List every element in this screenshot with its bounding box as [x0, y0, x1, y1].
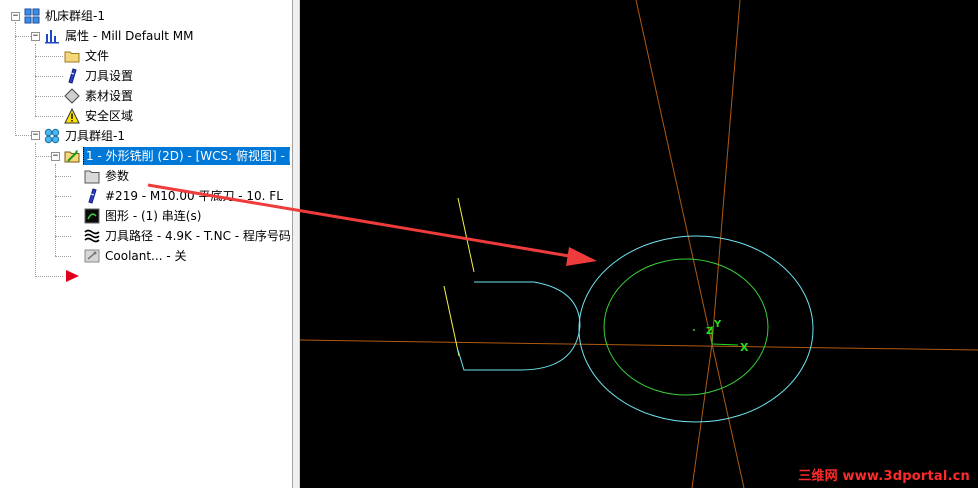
warning-icon [64, 108, 80, 124]
tree-line [55, 196, 71, 197]
tree-item-operation[interactable]: 1 - 外形铣削 (2D) - [WCS: 俯视图] - [ [64, 147, 290, 165]
panel-splitter[interactable] [292, 0, 300, 488]
tree-item-tool-settings[interactable]: 刀具设置 [64, 67, 135, 85]
insert-arrow-icon [64, 268, 80, 284]
tree-line [55, 256, 71, 257]
construction-line [711, 0, 741, 345]
z-axis-label: Z [706, 326, 713, 337]
tree-item-safety-zone[interactable]: 安全区域 [64, 107, 135, 125]
viewport-canvas: X Y Z [300, 0, 978, 488]
contour-profile [457, 281, 581, 371]
horizontal-construction-line [300, 339, 978, 351]
properties-icon [44, 28, 60, 44]
tree-line [15, 36, 31, 37]
tool-settings-icon [64, 68, 80, 84]
geometry-icon [84, 208, 100, 224]
tree-item-toolpath-group[interactable]: 刀具群组-1 [44, 127, 127, 145]
tree-item-properties[interactable]: 属性 - Mill Default MM [44, 27, 196, 45]
tree-line [35, 56, 63, 57]
x-axis-label: X [740, 341, 749, 354]
toolpath-group-icon [44, 128, 60, 144]
tree-line [35, 76, 63, 77]
parameters-folder-icon [84, 168, 100, 184]
coolant-icon [84, 248, 100, 264]
machine-group-icon [24, 8, 40, 24]
tree-item-label: 属性 - Mill Default MM [65, 29, 194, 43]
tree-item-coolant[interactable]: Coolant... - 关 [84, 247, 188, 265]
tree-item-label: #219 - M10.00 平底刀 - 10. FL [105, 189, 283, 203]
operation-folder-icon [64, 148, 80, 164]
tool-icon [84, 188, 100, 204]
watermark: 三维网 www.3dportal.cn [798, 469, 970, 484]
tree-line [35, 116, 63, 117]
tree-item-machine-group[interactable]: 机床群组-1 [24, 7, 107, 25]
tree-item-label: Coolant... - 关 [105, 249, 187, 263]
tree-line [55, 216, 71, 217]
tree-item-geometry[interactable]: 图形 - (1) 串连(s) [84, 207, 203, 225]
tree-item-label: 刀具路径 - 4.9K - T.NC - 程序号码 [105, 229, 290, 243]
collapse-toggle[interactable]: − [31, 131, 40, 140]
tree-line [35, 276, 63, 277]
entry-line [443, 285, 460, 357]
tree-line [35, 156, 51, 157]
entry-line [457, 197, 475, 273]
tree-line [15, 22, 16, 134]
inner-circle [603, 258, 769, 396]
tree-item-tool[interactable]: #219 - M10.00 平底刀 - 10. FL [84, 187, 290, 205]
tree-item-label: 安全区域 [85, 109, 134, 123]
tree-line [55, 164, 56, 256]
tree-item-files[interactable]: 文件 [64, 47, 111, 65]
toolpath-icon [84, 228, 100, 244]
tree-item-stock-setup[interactable]: 素材设置 [64, 87, 135, 105]
tree-item-label: 机床群组-1 [45, 9, 105, 23]
tree-item-label: 素材设置 [85, 89, 134, 103]
tree-item-label: 参数 [105, 169, 130, 183]
construction-line [635, 0, 713, 345]
graphics-viewport[interactable]: X Y Z 三维网 www.3dportal.cn [300, 0, 978, 488]
folder-icon [64, 48, 80, 64]
construction-line [711, 343, 745, 488]
tree-item-toolpath[interactable]: 刀具路径 - 4.9K - T.NC - 程序号码 [84, 227, 290, 245]
tree-line [35, 143, 36, 277]
insert-arrow[interactable] [64, 267, 83, 285]
tree-line [15, 135, 31, 136]
collapse-toggle[interactable]: − [11, 12, 20, 21]
tree-item-label: 刀具设置 [85, 69, 134, 83]
collapse-toggle[interactable]: − [31, 32, 40, 41]
stock-icon [64, 88, 80, 104]
collapse-toggle[interactable]: − [51, 152, 60, 161]
operations-manager-tree[interactable]: − − − − 机床群组-1 属性 - Mill Default MM 文件 刀… [0, 0, 292, 488]
construction-line [691, 343, 713, 488]
tree-item-label: 文件 [85, 49, 110, 63]
tree-line [35, 96, 63, 97]
tree-line [35, 44, 36, 116]
tree-line [55, 236, 71, 237]
y-axis-label: Y [713, 319, 722, 330]
tree-item-label: 刀具群组-1 [65, 129, 125, 143]
tree-line [55, 176, 71, 177]
tree-item-label: 1 - 外形铣削 (2D) - [WCS: 俯视图] - [ [83, 147, 290, 165]
center-point [693, 329, 695, 331]
tree-item-parameters[interactable]: 参数 [84, 167, 131, 185]
tree-item-label: 图形 - (1) 串连(s) [105, 209, 202, 223]
x-axis [711, 343, 739, 346]
